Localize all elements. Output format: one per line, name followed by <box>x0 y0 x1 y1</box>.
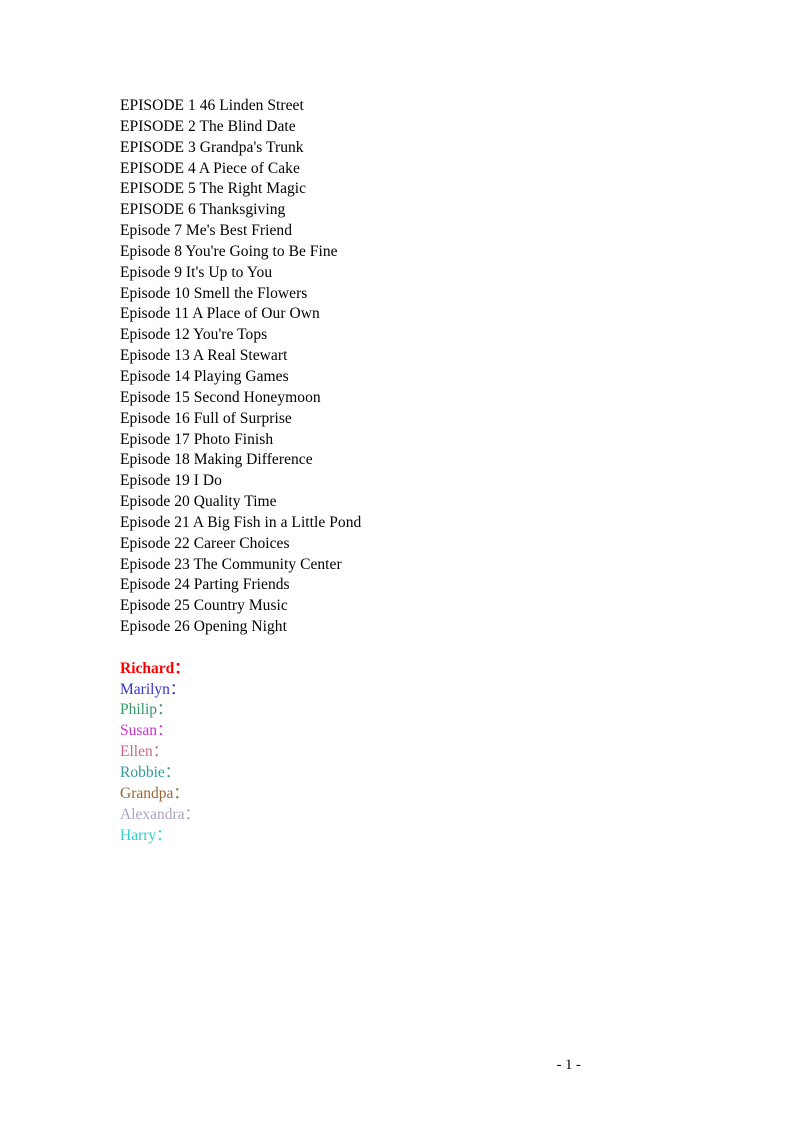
list-item: EPISODE 3 Grandpa's Trunk <box>120 138 304 156</box>
list-item: Episode 12 You're Tops <box>120 326 268 344</box>
list-item: Episode 11 A Place of Our Own <box>120 305 320 323</box>
list-item: Episode 17 Photo Finish <box>120 430 274 448</box>
list-item: Philip： <box>120 701 173 719</box>
list-item: Episode 20 Quality Time <box>120 493 277 511</box>
list-item: EPISODE 4 A Piece of Cake <box>120 159 300 177</box>
episode-list: EPISODE 1 46 Linden Street EPISODE 2 The… <box>120 96 680 638</box>
list-item: Episode 8 You're Going to Be Fine <box>120 242 338 260</box>
list-item: Episode 9 It's Up to You <box>120 263 273 281</box>
page-number: - 1 - <box>556 1057 581 1073</box>
list-item: Episode 23 The Community Center <box>120 555 342 573</box>
list-item: Episode 26 Opening Night <box>120 618 287 636</box>
list-item: Episode 18 Making Difference <box>120 451 313 469</box>
list-item: Episode 16 Full of Surprise <box>120 409 292 427</box>
page-footer: - 1 - <box>0 1040 793 1091</box>
list-item: Marilyn： <box>120 680 186 698</box>
list-item: Richard： <box>120 659 190 677</box>
document-page: EPISODE 1 46 Linden Street EPISODE 2 The… <box>0 0 793 1122</box>
list-item: EPISODE 1 46 Linden Street <box>120 97 304 114</box>
list-item: Episode 19 I Do <box>120 472 222 490</box>
list-item: Episode 10 Smell the Flowers <box>120 284 308 302</box>
list-item: Susan： <box>120 722 173 740</box>
list-item: Episode 22 Career Choices <box>120 534 290 552</box>
list-item: EPISODE 5 The Right Magic <box>120 180 307 198</box>
list-item: Harry： <box>120 826 172 844</box>
list-item: Episode 15 Second Honeymoon <box>120 388 321 406</box>
list-item: EPISODE 2 The Blind Date <box>120 117 296 135</box>
list-item: Ellen： <box>120 743 169 761</box>
list-item: Alexandra： <box>120 805 201 823</box>
list-item: Episode 25 Country Music <box>120 597 288 615</box>
character-list: Richard： Marilyn： Philip： Susan： Ellen： … <box>120 659 680 847</box>
list-item: Robbie： <box>120 764 181 781</box>
list-item: Episode 13 A Real Stewart <box>120 347 288 365</box>
list-item: Episode 21 A Big Fish in a Little Pond <box>120 513 362 531</box>
list-item: Grandpa： <box>120 784 189 802</box>
list-item: Episode 24 Parting Friends <box>120 576 290 594</box>
list-item: Episode 14 Playing Games <box>120 367 289 385</box>
document-body: EPISODE 1 46 Linden Street EPISODE 2 The… <box>120 96 680 846</box>
list-item: EPISODE 6 Thanksgiving <box>120 201 286 219</box>
list-item: Episode 7 Me's Best Friend <box>120 222 292 240</box>
